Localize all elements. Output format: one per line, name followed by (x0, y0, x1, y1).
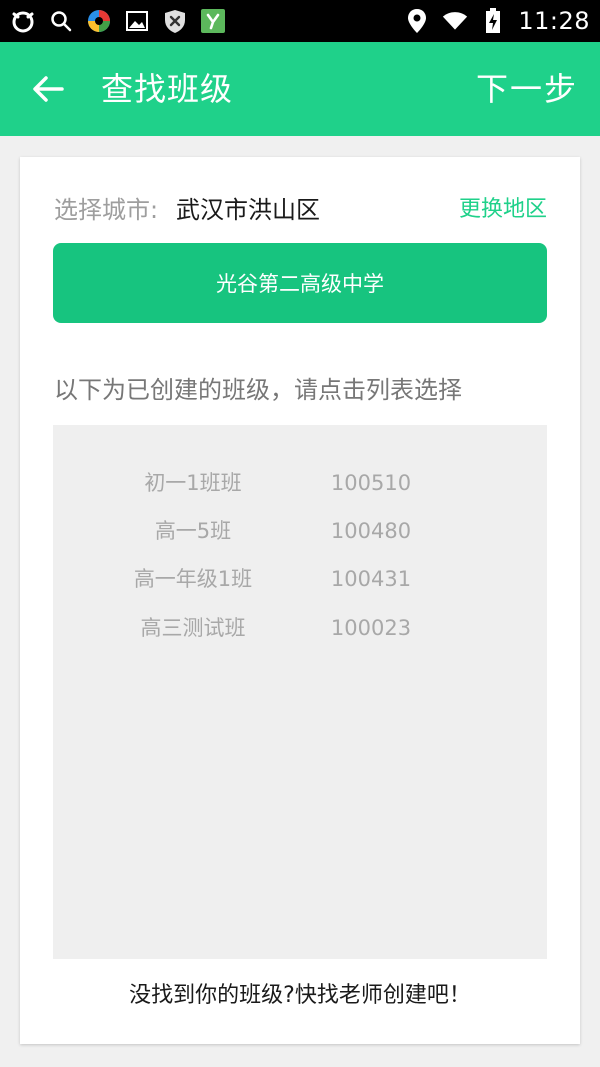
class-name: 高一年级1班 (133, 567, 253, 591)
city-value: 武汉市洪山区 (176, 196, 320, 224)
class-code: 100431 (330, 567, 412, 591)
shield-close-icon (162, 8, 188, 34)
image-icon (124, 8, 150, 34)
status-bar: 11:28 (0, 0, 600, 42)
back-arrow-icon[interactable] (28, 69, 68, 109)
cat-face-icon (10, 8, 36, 34)
battery-icon (480, 8, 506, 34)
school-button[interactable]: 光谷第二高级中学 (53, 243, 547, 323)
status-left-icons (10, 6, 226, 36)
class-name: 高一5班 (154, 519, 232, 543)
change-region-link[interactable]: 更换地区 (459, 193, 547, 227)
status-right-icons: 11:28 (404, 6, 590, 36)
search-icon (48, 8, 74, 34)
app-bar: 查找班级 下一步 (0, 42, 600, 136)
class-name: 初一1班班 (144, 471, 242, 495)
wifi-icon (442, 8, 468, 34)
y-app-icon (200, 8, 226, 34)
class-list-item[interactable]: 初一1班班 100510 (53, 459, 547, 507)
class-code: 100480 (330, 519, 412, 543)
class-list-item[interactable]: 高一年级1班 100431 (53, 555, 547, 603)
class-code: 100023 (330, 616, 412, 640)
class-list-item[interactable]: 高三测试班 100023 (53, 604, 547, 652)
status-time: 11:28 (518, 7, 590, 35)
class-list-hint: 以下为已创建的班级，请点击列表选择 (54, 376, 462, 404)
class-list: 初一1班班 100510 高一5班 100480 高一年级1班 100431 高… (53, 425, 547, 959)
next-step-button[interactable]: 下一步 (476, 68, 578, 110)
class-list-item[interactable]: 高一5班 100480 (53, 507, 547, 555)
page-title: 查找班级 (101, 70, 234, 108)
color-wheel-icon (86, 8, 112, 34)
find-class-card: 选择城市: 武汉市洪山区 更换地区 光谷第二高级中学 以下为已创建的班级，请点击… (20, 157, 580, 1044)
location-icon (404, 8, 430, 34)
class-code: 100510 (330, 471, 412, 495)
city-label: 选择城市: (54, 196, 159, 224)
city-row: 选择城市: 武汉市洪山区 更换地区 (54, 193, 547, 227)
footer-hint: 没找到你的班级?快找老师创建吧！ (129, 983, 471, 1008)
class-name: 高三测试班 (140, 616, 246, 640)
